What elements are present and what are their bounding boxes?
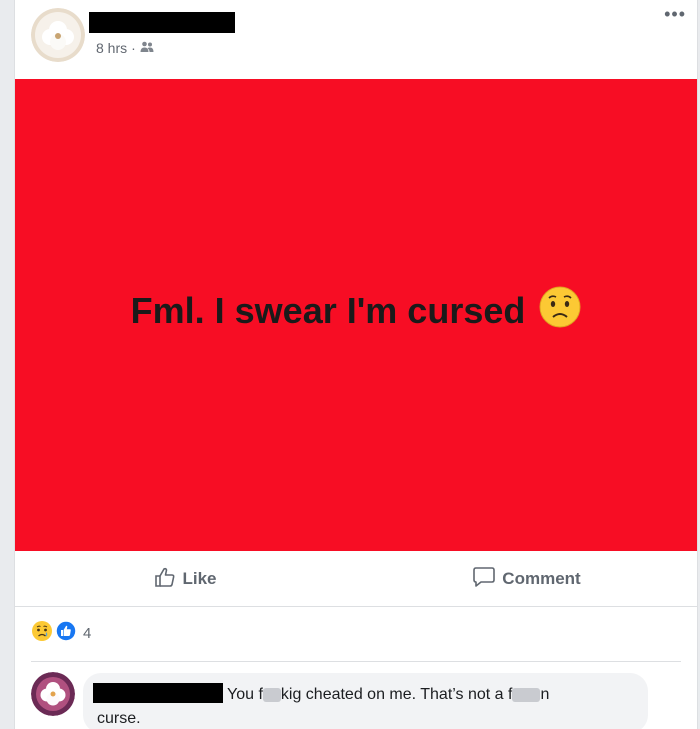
- commenter-avatar[interactable]: [31, 672, 75, 716]
- author-name-redacted: [89, 12, 235, 33]
- post-actions: Like Comment: [15, 552, 697, 607]
- like-button[interactable]: Like: [15, 566, 356, 593]
- censor-blur: [512, 687, 541, 702]
- comment-label: Comment: [502, 569, 581, 588]
- author-avatar[interactable]: [31, 8, 85, 62]
- post-timestamp[interactable]: 8 hrs: [96, 40, 127, 56]
- thumbs-up-icon: [154, 566, 176, 593]
- reaction-count: 4: [83, 624, 92, 642]
- comment-text: You f kig cheated on me. That’s not a fnc…: [97, 686, 550, 727]
- page: 8 hrs · ••• Fml. I swear I'm cursed Like…: [0, 0, 700, 729]
- post-text: Fml. I swear I'm cursed: [130, 290, 526, 331]
- post-card: 8 hrs · ••• Fml. I swear I'm cursed Like…: [14, 0, 698, 729]
- comment-button[interactable]: Comment: [356, 566, 697, 593]
- censor-blur: [262, 687, 281, 702]
- post-meta: 8 hrs ·: [96, 40, 154, 56]
- comment-icon: [472, 566, 496, 593]
- sad-reaction-icon: [31, 620, 53, 646]
- worried-face-icon: [539, 286, 581, 337]
- divider: [31, 661, 681, 662]
- like-reaction-icon: [55, 620, 77, 646]
- post-content: Fml. I swear I'm cursed: [15, 79, 697, 551]
- friends-icon[interactable]: [140, 40, 154, 56]
- like-label: Like: [182, 569, 217, 588]
- reactions-summary[interactable]: 4: [31, 620, 91, 646]
- comment-bubble: You f kig cheated on me. That’s not a fnc…: [83, 673, 648, 729]
- more-options-icon[interactable]: •••: [664, 4, 686, 25]
